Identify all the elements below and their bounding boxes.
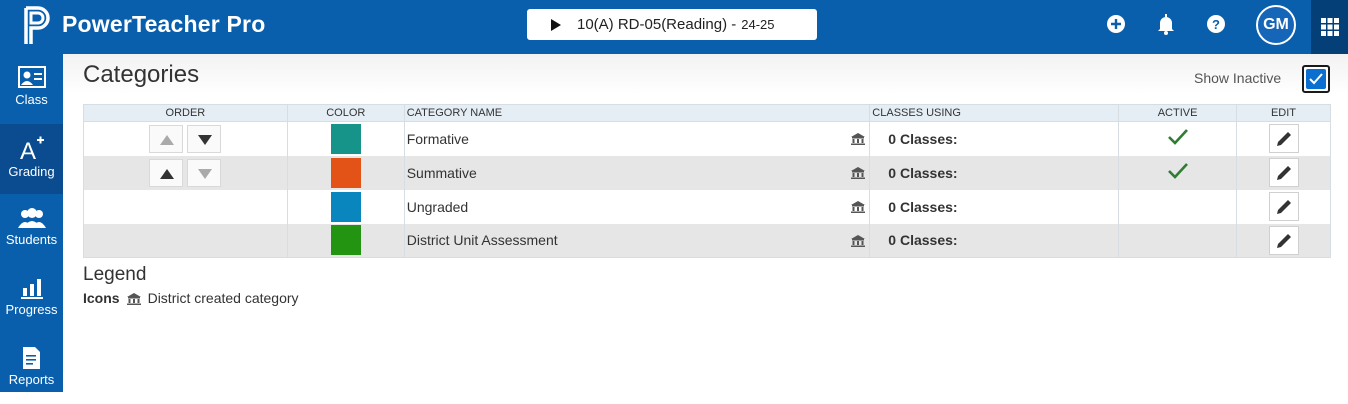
column-header-order: Order [83, 104, 288, 122]
column-header-edit: Edit [1236, 104, 1331, 122]
app-title: PowerTeacher Pro [62, 11, 266, 37]
table-row: Summative 0 Classes: [83, 155, 1331, 190]
arrow-up-icon [160, 134, 175, 145]
district-icon [851, 133, 866, 145]
column-header-active: Active [1118, 104, 1238, 122]
legend-district-text: District created category [147, 290, 299, 306]
edit-category-button[interactable] [1268, 124, 1299, 154]
play-icon [551, 18, 561, 31]
active-check-icon [1167, 163, 1188, 179]
category-name: Ungraded [406, 198, 469, 215]
category-name: Summative [406, 164, 477, 181]
arrow-down-icon [198, 168, 213, 179]
top-bar: PowerTeacher Pro 10(A) RD-05(Reading) - … [0, 0, 1348, 54]
sidebar: Class A Grading Students Progress Report… [0, 54, 63, 392]
legend-row: Icons District created category [83, 290, 299, 306]
move-down-button[interactable] [187, 124, 222, 153]
sidebar-item-label: Grading [8, 164, 55, 179]
page-title: Categories [83, 61, 200, 88]
district-icon [126, 292, 141, 305]
column-header-name: Category Name [403, 104, 871, 122]
sidebar-item-label: Progress [5, 302, 58, 317]
categories-table: Order Color Category Name Classes Using … [83, 104, 1331, 258]
sidebar-item-students[interactable]: Students [0, 194, 63, 264]
show-inactive-checkbox[interactable] [1302, 65, 1330, 93]
move-up-button[interactable] [149, 158, 184, 187]
pencil-icon [1276, 166, 1291, 180]
legend-icons-label: Icons [83, 290, 120, 306]
powerschool-logo[interactable] [22, 6, 52, 46]
reports-icon [22, 347, 40, 369]
sidebar-item-label: Students [5, 232, 58, 247]
table-row: Ungraded 0 Classes: [83, 189, 1331, 224]
move-down-button[interactable] [187, 158, 222, 187]
apps-grid-icon [1320, 18, 1339, 36]
apps-grid-button[interactable] [1311, 0, 1348, 54]
pencil-icon [1276, 233, 1291, 248]
district-icon [851, 200, 866, 213]
edit-category-button[interactable] [1268, 225, 1299, 255]
sidebar-item-label: Class [15, 92, 48, 107]
classes-using[interactable]: 0 Classes: [869, 189, 1120, 224]
class-selector[interactable]: 10(A) RD-05(Reading) - 24-25 [527, 9, 817, 40]
bell-icon[interactable] [1155, 13, 1177, 35]
edit-category-button[interactable] [1268, 192, 1299, 221]
active-check-icon [1167, 129, 1188, 146]
category-name: District Unit Assessment [406, 232, 558, 249]
pencil-icon [1276, 132, 1291, 147]
table-header-row: Order Color Category Name Classes Using … [83, 104, 1331, 122]
color-swatch [330, 225, 361, 256]
sidebar-item-reports[interactable]: Reports [0, 334, 63, 404]
classes-using[interactable]: 0 Classes: [869, 155, 1120, 190]
svg-text:A: A [20, 138, 36, 162]
arrow-up-icon [160, 168, 175, 179]
district-icon [851, 166, 866, 179]
move-up-button[interactable] [149, 124, 184, 153]
class-icon [17, 66, 46, 88]
svg-text:?: ? [1212, 17, 1220, 32]
classes-using[interactable]: 0 Classes: [869, 223, 1120, 258]
grading-icon: A [20, 136, 44, 162]
students-icon [17, 208, 46, 228]
column-header-color: Color [286, 104, 405, 122]
category-name: Formative [406, 130, 469, 147]
sidebar-item-grading[interactable]: A Grading [0, 124, 63, 194]
progress-icon [20, 279, 43, 299]
show-inactive-label: Show Inactive [1194, 70, 1282, 86]
user-avatar[interactable]: GM [1256, 5, 1296, 45]
pencil-icon [1276, 200, 1291, 214]
color-swatch [330, 157, 361, 188]
arrow-down-icon [198, 134, 213, 145]
column-header-classes: Classes Using [869, 104, 1120, 122]
table-row: Formative 0 Classes: [83, 121, 1331, 156]
help-icon[interactable]: ? [1205, 13, 1227, 35]
classes-using[interactable]: 0 Classes: [869, 121, 1120, 156]
sidebar-item-progress[interactable]: Progress [0, 264, 63, 334]
legend-title: Legend [83, 264, 147, 285]
edit-category-button[interactable] [1268, 158, 1299, 187]
add-icon[interactable] [1105, 13, 1127, 35]
sidebar-item-label: Reports [8, 372, 55, 387]
class-selector-year: 24-25 [741, 17, 775, 32]
sidebar-item-class[interactable]: Class [0, 54, 63, 124]
color-swatch [330, 123, 361, 154]
color-swatch [330, 191, 361, 222]
checkmark-icon [1309, 73, 1323, 85]
district-icon [851, 234, 866, 247]
class-selector-label: 10(A) RD-05(Reading) - [577, 16, 737, 33]
table-row: District Unit Assessment 0 Classes: [83, 223, 1331, 258]
